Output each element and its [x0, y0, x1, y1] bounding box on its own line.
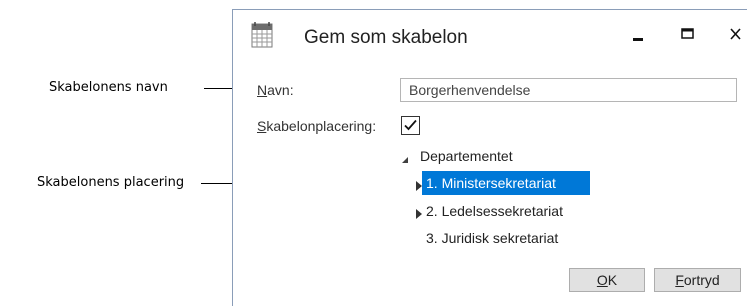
tree-root-departementet[interactable]: Departementet	[398, 144, 598, 168]
close-icon	[724, 28, 747, 52]
name-label: Navn:	[257, 82, 294, 98]
placement-label-accesskey: S	[257, 118, 267, 134]
placement-label: Skabelonplacering:	[257, 118, 376, 134]
checkmark-icon	[402, 119, 419, 138]
template-name-input[interactable]	[400, 78, 737, 102]
tree-item-juridisk-sekretariat[interactable]: 3. Juridisk sekretariat	[413, 226, 613, 250]
cancel-label: ortryd	[683, 272, 720, 288]
ok-accesskey: O	[596, 272, 608, 288]
close-button[interactable]	[724, 22, 747, 48]
name-callout-text: Skabelonens navn	[49, 80, 168, 95]
cancel-accesskey: F	[675, 272, 684, 288]
tree-item-ledelsessekretariat[interactable]: 2. Ledelsessekretariat	[413, 199, 613, 223]
name-label-text: avn:	[267, 82, 294, 98]
placement-label-text: kabelonplacering:	[266, 118, 377, 134]
placement-checkbox[interactable]	[401, 116, 420, 135]
calendar-grid-icon	[251, 22, 273, 48]
save-template-dialog: Gem som skabelon Navn: Borgerhenvendelse…	[232, 9, 747, 306]
title-bar[interactable]: Gem som skabelon	[233, 10, 747, 68]
maximize-button[interactable]	[676, 22, 700, 48]
tree-item-label: 1. Ministersekretariat	[422, 171, 590, 195]
ok-label: K	[607, 272, 618, 288]
cancel-button[interactable]: Fortryd	[654, 268, 741, 292]
expanded-triangle-icon[interactable]	[400, 152, 410, 163]
ok-button[interactable]: OK	[569, 268, 645, 292]
minimize-icon	[627, 35, 651, 52]
name-label-accesskey: N	[257, 82, 268, 98]
minimize-button[interactable]	[627, 22, 651, 48]
placement-callout-text: Skabelonens placering	[37, 175, 185, 190]
maximize-icon	[676, 28, 700, 52]
tree-item-ministersekretariat[interactable]: 1. Ministersekretariat	[413, 171, 613, 195]
canvas: Skabelonens navn Skabelonens placering G…	[0, 0, 747, 306]
dialog-title: Gem som skabelon	[304, 27, 468, 48]
tree-item-label: 3. Juridisk sekretariat	[426, 230, 559, 246]
tree-item-label: Departementet	[420, 148, 513, 164]
tree-item-label: 2. Ledelsessekretariat	[426, 203, 563, 219]
